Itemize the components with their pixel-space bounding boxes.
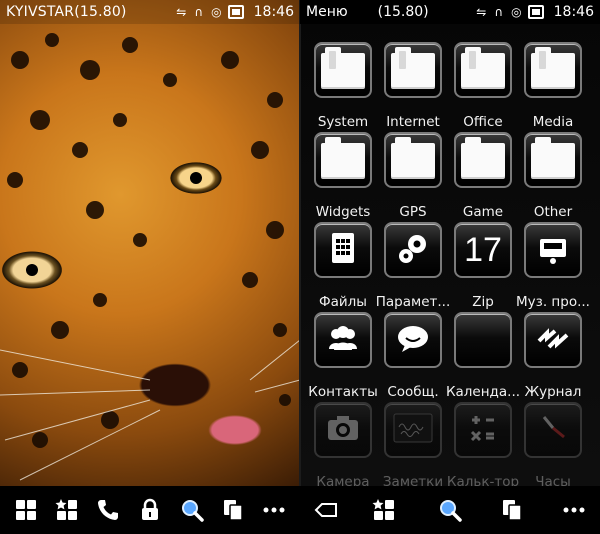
menu-tile-16[interactable] bbox=[524, 312, 582, 368]
operator-label: KYIVSTAR(15.80) bbox=[6, 4, 127, 20]
menu-tile-8[interactable] bbox=[524, 132, 582, 188]
status-bar-right: Меню (15.80) ⇋ ∩ ◎ 18:46 bbox=[300, 0, 600, 24]
home-screen bbox=[0, 0, 300, 486]
menu-label-3: Office bbox=[463, 114, 503, 130]
menu-label-12: Муз. про... bbox=[516, 294, 590, 310]
menu-grid-icon[interactable] bbox=[12, 496, 40, 524]
menu-label-18: Заметки bbox=[382, 474, 444, 486]
more-icon[interactable] bbox=[560, 496, 588, 524]
menu-label-8: Other bbox=[533, 204, 573, 220]
folder-icon bbox=[321, 47, 365, 87]
favorites-icon[interactable] bbox=[370, 496, 398, 524]
menu-tile-3[interactable] bbox=[454, 42, 512, 98]
menu-label-19: Кальк-тор bbox=[446, 474, 520, 486]
notes-icon bbox=[393, 413, 433, 447]
phone-icon[interactable] bbox=[94, 496, 122, 524]
menu-tile-4[interactable] bbox=[524, 42, 582, 98]
signal-icon: ◎ bbox=[511, 5, 522, 19]
folder-icon bbox=[461, 137, 505, 177]
lock-icon[interactable] bbox=[136, 496, 164, 524]
menu-title: Меню bbox=[306, 4, 348, 20]
menu-tile-7[interactable] bbox=[454, 132, 512, 188]
menu-tile-14[interactable] bbox=[384, 312, 442, 368]
bluetooth-icon: ⇋ bbox=[476, 5, 487, 19]
messaging-icon bbox=[395, 323, 431, 357]
menu-label-10: Парамет... bbox=[375, 294, 451, 310]
search-icon[interactable] bbox=[436, 496, 464, 524]
menu-label-2: Internet bbox=[386, 114, 440, 130]
menu-label-11: Zip bbox=[472, 294, 494, 310]
menu-label-16: Журнал bbox=[524, 384, 582, 400]
menu-tile-19[interactable] bbox=[454, 402, 512, 458]
menu-tile-2[interactable] bbox=[384, 42, 442, 98]
bottom-bar bbox=[0, 486, 600, 534]
menu-tile-13[interactable] bbox=[314, 312, 372, 368]
menu-label-17: Камера bbox=[316, 474, 370, 486]
folder-icon bbox=[391, 137, 435, 177]
status-bar-left: KYIVSTAR(15.80) ⇋ ∩ ◎ 18:46 bbox=[0, 0, 300, 24]
menu-label-6: GPS bbox=[399, 204, 427, 220]
menu-tile-1[interactable] bbox=[314, 42, 372, 98]
folder-icon bbox=[531, 47, 575, 87]
folder-icon bbox=[461, 47, 505, 87]
multitask-icon[interactable] bbox=[498, 496, 526, 524]
menu-label-7: Game bbox=[462, 204, 504, 220]
folder-icon bbox=[531, 137, 575, 177]
menu-label-14: Сообщ. bbox=[387, 384, 439, 400]
contacts-icon bbox=[326, 323, 360, 357]
music-icon bbox=[536, 231, 570, 269]
menu-tile-12[interactable] bbox=[524, 222, 582, 278]
date-number: 17 bbox=[464, 230, 502, 269]
clock-right: 18:46 bbox=[553, 4, 594, 20]
menu-label-1: System bbox=[317, 114, 369, 130]
zip-icon: 17 bbox=[464, 231, 502, 270]
menu-tile-9[interactable] bbox=[314, 222, 372, 278]
battery-icon bbox=[527, 5, 544, 19]
wallpaper-spots bbox=[0, 33, 300, 481]
screen-divider bbox=[299, 0, 301, 534]
menu-label-4: Media bbox=[532, 114, 574, 130]
menu-tile-11[interactable]: 17 bbox=[454, 222, 512, 278]
folder-icon bbox=[391, 47, 435, 87]
settings-icon bbox=[395, 230, 431, 270]
search-icon[interactable] bbox=[178, 496, 206, 524]
headset-icon: ∩ bbox=[494, 5, 504, 19]
menu-tile-5[interactable] bbox=[314, 132, 372, 188]
balance-label: (15.80) bbox=[377, 4, 429, 20]
clock-left: 18:46 bbox=[253, 4, 294, 20]
calculator-icon bbox=[466, 411, 500, 449]
signal-icon: ◎ bbox=[211, 5, 222, 19]
multitask-icon[interactable] bbox=[219, 496, 247, 524]
menu-label-13: Контакты bbox=[308, 384, 378, 400]
menu-tile-10[interactable] bbox=[384, 222, 442, 278]
menu-label-20: Часы bbox=[535, 474, 571, 486]
menu-tile-20[interactable] bbox=[524, 402, 582, 458]
folder-icon bbox=[321, 137, 365, 177]
menu-tile-15[interactable] bbox=[454, 312, 512, 368]
menu-tile-17[interactable] bbox=[314, 402, 372, 458]
files-icon bbox=[326, 231, 360, 269]
back-icon[interactable] bbox=[312, 496, 340, 524]
headset-icon: ∩ bbox=[194, 5, 204, 19]
battery-icon bbox=[227, 5, 244, 19]
camera-icon bbox=[325, 414, 361, 446]
menu-tile-6[interactable] bbox=[384, 132, 442, 188]
more-icon[interactable] bbox=[260, 496, 288, 524]
menu-label-5: Widgets bbox=[315, 204, 371, 220]
log-icon bbox=[535, 321, 571, 359]
menu-tile-18[interactable] bbox=[384, 402, 442, 458]
favorites-icon[interactable] bbox=[53, 496, 81, 524]
menu-label-9: Файлы bbox=[319, 294, 367, 310]
bluetooth-icon: ⇋ bbox=[176, 5, 187, 19]
clock-icon bbox=[536, 411, 570, 449]
menu-screen: System Internet Office Media Widgets GPS Game O… bbox=[300, 0, 600, 486]
menu-label-15: Календа... bbox=[445, 384, 521, 400]
